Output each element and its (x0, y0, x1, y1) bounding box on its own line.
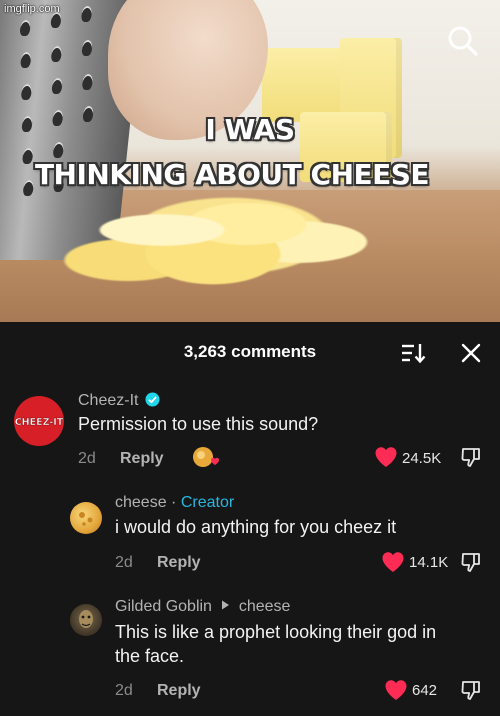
sort-icon (402, 344, 426, 364)
video-caption-line2: THINKING ABOUT CHEESE (34, 158, 430, 191)
like-count: 14.1K (409, 554, 449, 571)
svg-text:CHEEZ-IT: CHEEZ-IT (15, 417, 64, 428)
watermark: imgflip.com (4, 3, 60, 15)
like-count: 24.5K (402, 450, 442, 467)
creator-liked-avatar-icon (193, 447, 219, 467)
avatar[interactable] (70, 604, 102, 636)
comment-item: CHEEZ-IT Cheez-It Permission to use this… (0, 386, 500, 476)
reply-button[interactable]: Reply (157, 682, 201, 700)
comment-username[interactable]: Cheez-It (78, 392, 160, 410)
like-heart-icon[interactable] (374, 446, 398, 468)
search-button[interactable] (446, 24, 480, 58)
comments-panel: 3,263 comments CHEEZ-IT Cheez-It Permiss… (0, 322, 500, 716)
avatar[interactable]: CHEEZ-IT (14, 396, 64, 446)
comment-reply-item: Gilded Goblin cheese This is like a prop… (0, 596, 500, 716)
avatar[interactable] (70, 502, 102, 534)
comments-header: 3,263 comments (0, 322, 500, 382)
sort-button[interactable] (400, 342, 426, 364)
like-heart-icon[interactable] (381, 551, 405, 573)
username-text: Gilded Goblin (115, 598, 212, 615)
comment-age: 2d (115, 554, 133, 571)
comment-text: i would do anything for you cheez it (115, 517, 397, 537)
separator-dot: · (166, 494, 181, 511)
close-icon (461, 343, 481, 363)
dislike-icon[interactable] (460, 679, 482, 701)
username-text: Cheez-It (78, 392, 139, 409)
reply-button[interactable]: Reply (157, 554, 201, 572)
comment-text-line2: the face. (115, 646, 185, 666)
cheezit-logo-icon: CHEEZ-IT (15, 417, 64, 428)
comment-age: 2d (78, 450, 96, 467)
username-text: cheese (115, 494, 167, 511)
comment-reply-item: cheese · Creator i would do anything for… (0, 490, 500, 586)
like-heart-icon[interactable] (384, 679, 408, 701)
dislike-icon[interactable] (460, 551, 482, 573)
creator-badge: Creator (180, 494, 235, 511)
close-button[interactable] (460, 342, 482, 364)
comment-username[interactable]: Gilded Goblin cheese (115, 598, 290, 616)
goblin-avatar-icon (79, 610, 93, 628)
comment-username[interactable]: cheese · Creator (115, 494, 234, 512)
reply-button[interactable]: Reply (120, 450, 164, 468)
cheese-avatar-icon (79, 512, 93, 526)
video-caption-line1: I WAS (205, 113, 295, 146)
search-icon (448, 26, 478, 56)
dislike-icon[interactable] (460, 446, 482, 468)
comment-text: Permission to use this sound? (78, 414, 319, 434)
comment-age: 2d (115, 682, 133, 699)
video-player[interactable]: imgflip.com I WAS THINKING ABOUT CHEESE (0, 0, 500, 322)
reply-to-username[interactable]: cheese (239, 598, 291, 615)
reply-arrow-icon (222, 600, 230, 610)
comment-text-line1: This is like a prophet looking their god… (115, 622, 437, 642)
verified-badge-icon (145, 392, 160, 407)
like-count: 642 (412, 682, 438, 699)
